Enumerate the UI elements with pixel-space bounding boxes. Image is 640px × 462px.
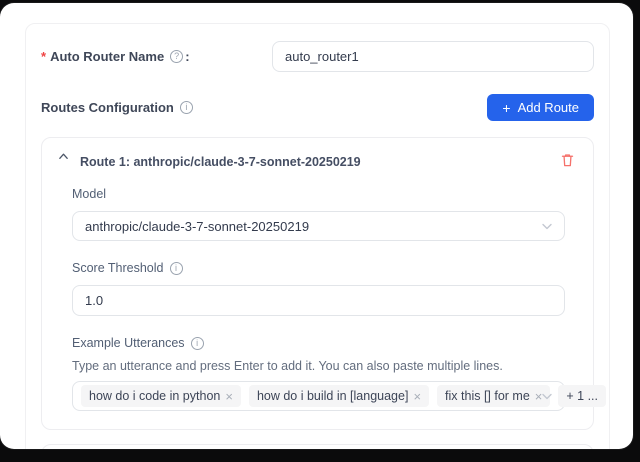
model-select[interactable]: anthropic/claude-3-7-sonnet-20250219 xyxy=(72,211,565,241)
utterance-tag: how do i code in python × xyxy=(81,385,241,407)
routes-configuration-header: Routes Configuration i + Add Route xyxy=(41,94,594,121)
utterance-overflow-tag[interactable]: + 1 ... xyxy=(558,385,606,407)
remove-tag-icon[interactable]: × xyxy=(413,390,421,403)
info-icon[interactable]: i xyxy=(180,101,193,114)
route-1-title: Route 1: anthropic/claude-3-7-sonnet-202… xyxy=(80,148,361,169)
utterances-tags-select[interactable]: how do i code in python × how do i build… xyxy=(72,381,565,411)
collapse-route-1-icon[interactable] xyxy=(58,148,69,162)
help-icon[interactable]: ? xyxy=(170,50,183,63)
route-card-1: Route 1: anthropic/claude-3-7-sonnet-202… xyxy=(41,137,594,430)
route-card-2: Route 2: azure_ai/gpt-4o xyxy=(41,444,594,449)
add-route-button[interactable]: + Add Route xyxy=(487,94,594,121)
utterance-tag: how do i build in [language] × xyxy=(249,385,429,407)
auto-router-name-label: * Auto Router Name ? : xyxy=(41,49,190,64)
remove-tag-icon[interactable]: × xyxy=(225,390,233,403)
auto-router-name-label-text: Auto Router Name xyxy=(50,49,164,64)
score-threshold-input[interactable] xyxy=(72,285,565,316)
utterance-tag: fix this [] for me × xyxy=(437,385,550,407)
info-icon[interactable]: i xyxy=(191,337,204,350)
route-2-header: Route 2: azure_ai/gpt-4o xyxy=(42,445,593,449)
delete-route-1-icon[interactable] xyxy=(560,148,575,168)
example-utterances-label: Example Utterances i xyxy=(72,336,206,350)
info-icon[interactable]: i xyxy=(170,262,183,275)
auto-router-name-input[interactable] xyxy=(272,41,594,72)
score-threshold-label: Score Threshold i xyxy=(72,261,185,275)
form-panel: * Auto Router Name ? : Routes Configurat… xyxy=(25,23,610,449)
chevron-down-icon xyxy=(541,220,553,232)
route-1-header: Route 1: anthropic/claude-3-7-sonnet-202… xyxy=(42,138,593,169)
model-label: Model xyxy=(72,187,106,201)
label-separator: : xyxy=(185,49,189,64)
auto-router-form-window: * Auto Router Name ? : Routes Configurat… xyxy=(0,3,633,449)
chevron-down-icon xyxy=(541,390,553,402)
routes-configuration-label: Routes Configuration i xyxy=(41,100,195,115)
model-select-value: anthropic/claude-3-7-sonnet-20250219 xyxy=(85,219,309,234)
route-1-body: Model anthropic/claude-3-7-sonnet-202502… xyxy=(42,169,593,429)
plus-icon: + xyxy=(502,101,510,115)
required-marker: * xyxy=(41,49,46,64)
utterances-hint-text: Type an utterance and press Enter to add… xyxy=(72,359,565,373)
auto-router-name-row: * Auto Router Name ? : xyxy=(41,40,594,72)
